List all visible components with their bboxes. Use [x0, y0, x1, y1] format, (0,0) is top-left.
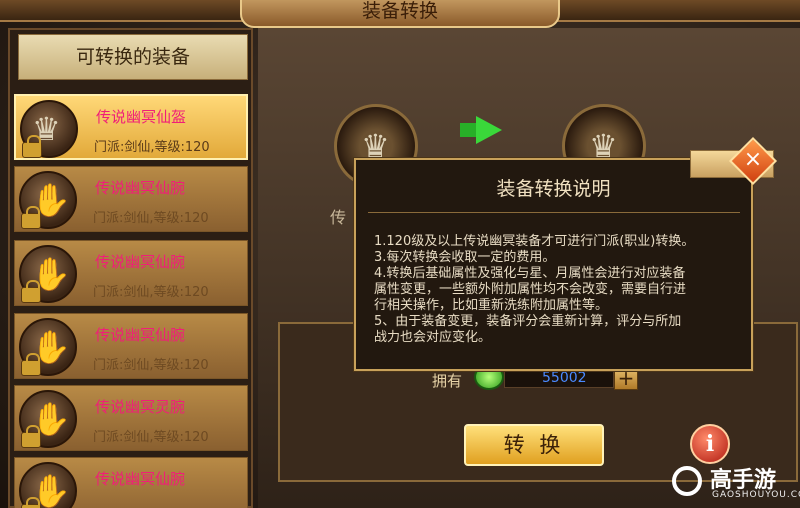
watermark-subtext: GAOSHOUYOU.COM [712, 490, 800, 500]
conversion-help-dialog: 装备转换说明 1.120级及以上传说幽冥装备才可进行门派(职业)转换。 3.每次… [354, 158, 753, 371]
currency-amount: 55002 [542, 370, 587, 386]
item-desc: 门派:剑仙,等级:120 [93, 285, 209, 300]
item-name: 传说幽冥仙腕 [95, 253, 186, 271]
gauntlet-icon: ✋ [19, 245, 77, 303]
item-name: 传说幽冥仙盔 [96, 108, 187, 126]
convert-arrow-icon [476, 116, 502, 144]
dialog-title: 装备转换说明 [496, 178, 611, 200]
convert-button[interactable]: 转 换 [464, 424, 604, 466]
item-desc: 门派:剑仙,等级:120 [94, 140, 210, 155]
item-desc: 门派:剑仙,等级:120 [93, 430, 209, 445]
lock-icon [21, 280, 41, 303]
equipment-list-item[interactable]: ♛ 传说幽冥仙盔 门派:剑仙,等级:120 [14, 94, 248, 160]
equipment-list-item[interactable]: ✋ 传说幽冥仙腕 门派:剑仙,等级:120 [14, 313, 248, 379]
divider [368, 212, 740, 213]
gauntlet-icon: ✋ [19, 462, 77, 508]
dialog-line: 战力也会对应变化。 [374, 330, 492, 345]
background-label: 传 [330, 208, 347, 227]
gauntlet-icon: ✋ [19, 171, 77, 229]
close-icon[interactable]: × [736, 144, 770, 178]
window-title: 装备转换 [240, 0, 560, 28]
item-name: 传说幽冥仙腕 [95, 179, 186, 197]
item-name: 传说幽冥仙腕 [95, 326, 186, 344]
helmet-icon: ♛ [20, 100, 78, 158]
watermark-logo-icon [672, 466, 702, 496]
gauntlet-icon: ✋ [19, 390, 77, 448]
lock-icon [21, 425, 41, 448]
gauntlet-icon: ✋ [19, 318, 77, 376]
item-desc: 门派:剑仙,等级:120 [93, 211, 209, 226]
item-name: 传说幽冥仙腕 [95, 470, 186, 488]
equipment-list-item[interactable]: ✋ 传说幽冥灵腕 门派:剑仙,等级:120 [14, 385, 248, 451]
lock-icon [21, 497, 41, 508]
lock-icon [21, 353, 41, 376]
lock-icon [21, 206, 41, 229]
equipment-list-item[interactable]: ✋ 传说幽冥仙腕 门派:剑仙,等级:120 [14, 240, 248, 306]
own-label: 拥有 [432, 372, 463, 390]
panel-header: 可转换的装备 [18, 34, 248, 80]
equipment-list-item[interactable]: ✋ 传说幽冥仙腕 [14, 457, 248, 508]
info-button[interactable]: i [690, 424, 730, 464]
item-desc: 门派:剑仙,等级:120 [93, 358, 209, 373]
lock-icon [22, 135, 42, 158]
equipment-list-item[interactable]: ✋ 传说幽冥仙腕 门派:剑仙,等级:120 [14, 166, 248, 232]
item-name: 传说幽冥灵腕 [95, 398, 186, 416]
game-window: 装备转换 可转换的装备 ♛ 传说幽冥仙盔 门派:剑仙,等级:120 ✋ 传说幽冥… [0, 0, 800, 508]
